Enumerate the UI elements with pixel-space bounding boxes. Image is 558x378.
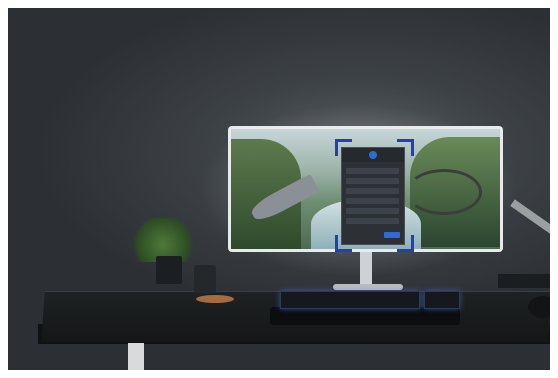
dragon bbox=[406, 169, 482, 215]
osd-row bbox=[346, 178, 399, 184]
desk-mat bbox=[270, 307, 460, 325]
coaster bbox=[196, 295, 234, 303]
desk-leg bbox=[128, 343, 144, 370]
mug bbox=[194, 265, 216, 293]
frame-corner-bottom-left bbox=[335, 235, 352, 252]
osd-panel bbox=[341, 147, 405, 245]
osd-row bbox=[346, 168, 399, 174]
osd-row bbox=[346, 218, 399, 224]
monitor-stand bbox=[360, 252, 372, 288]
keyboard bbox=[280, 291, 420, 309]
osd-selected-icon bbox=[369, 151, 377, 159]
plant-pot bbox=[156, 256, 182, 284]
speaker bbox=[528, 296, 550, 318]
frame-corner-top-right bbox=[397, 139, 414, 156]
osd-row bbox=[346, 188, 399, 194]
osd-row bbox=[346, 208, 399, 214]
frame-corner-bottom-right bbox=[397, 235, 414, 252]
desk-setup-photo bbox=[8, 8, 550, 370]
monitor-stand-base bbox=[333, 284, 403, 290]
numpad bbox=[424, 291, 460, 309]
osd-row bbox=[346, 198, 399, 204]
laptop-dock bbox=[498, 274, 550, 288]
photo-scene bbox=[0, 0, 558, 378]
frame-corner-top-left bbox=[335, 139, 352, 156]
